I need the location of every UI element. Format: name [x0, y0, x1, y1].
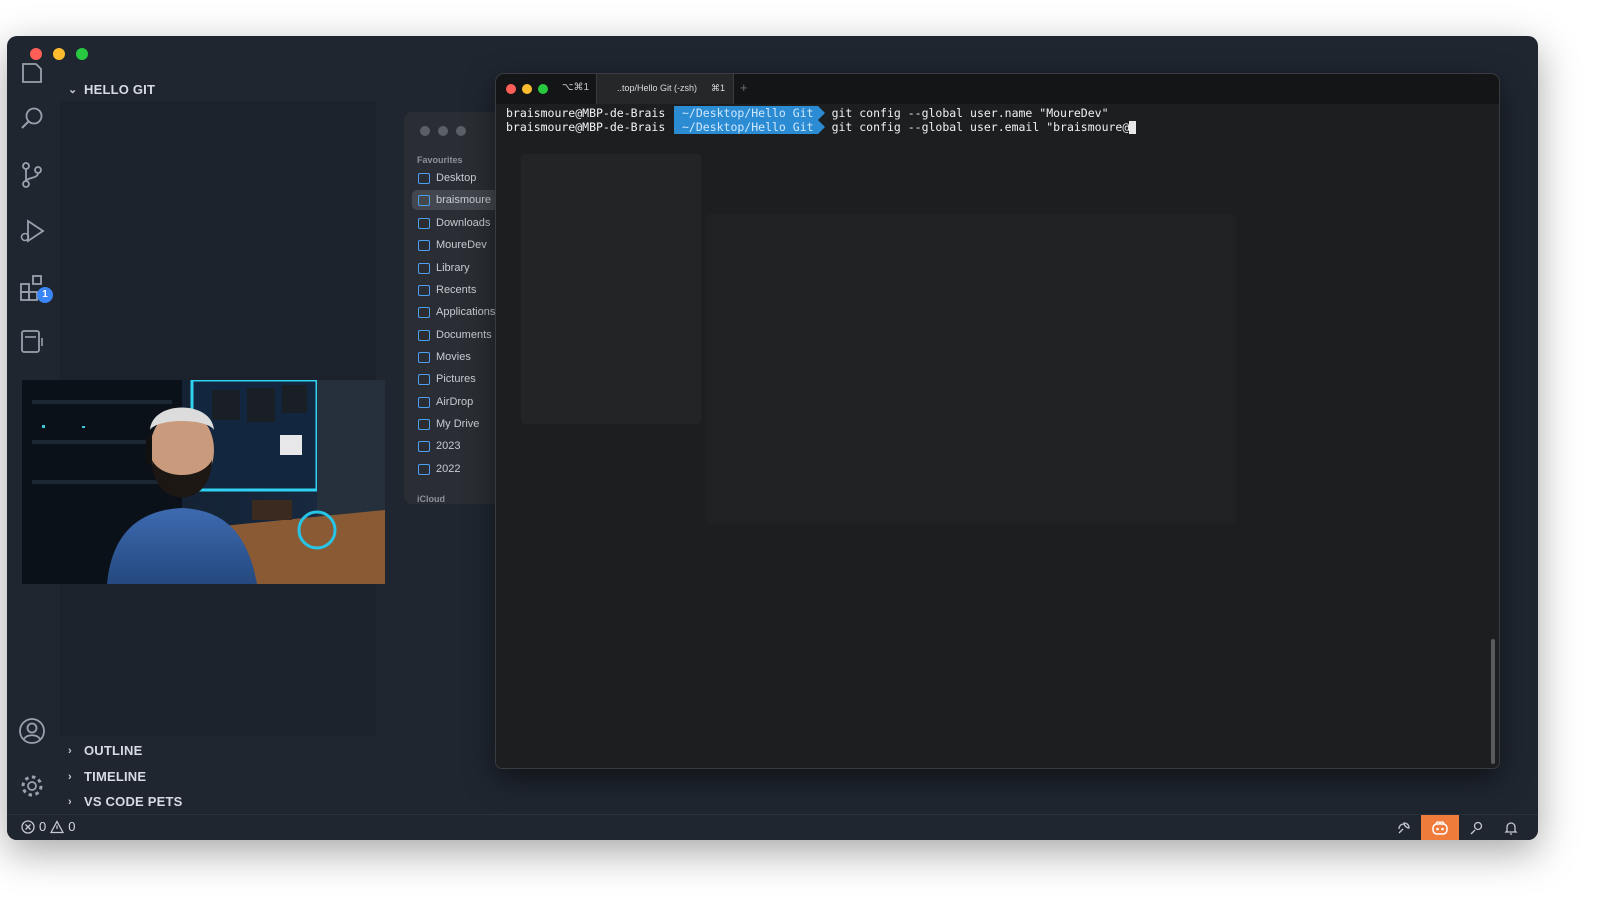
text-cursor: [1129, 120, 1137, 134]
library-icon: [418, 262, 430, 274]
finder-item-pictures[interactable]: Pictures: [412, 369, 502, 389]
terminal-window-controls: [506, 84, 548, 94]
icloud-header: iCloud: [417, 494, 445, 504]
outline-section-header[interactable]: › OUTLINE: [68, 743, 142, 758]
error-count: 0: [39, 819, 47, 834]
warning-count: 0: [68, 819, 76, 834]
terminal-line[interactable]: braismoure@MBP-de-Brais ~/Desktop/Hello …: [506, 120, 1137, 134]
explorer-icon[interactable]: [17, 60, 47, 90]
terminal-command: git config --global user.email "braismou…: [831, 120, 1130, 134]
vscode-pets-label: VS CODE PETS: [84, 794, 183, 809]
search-icon[interactable]: [17, 104, 47, 134]
finder-sidebar: Favourites Desktop braismoure Downloads …: [404, 112, 504, 504]
outline-label: OUTLINE: [84, 743, 143, 758]
airdrop-icon: [418, 396, 430, 408]
applications-icon: [418, 306, 430, 318]
run-debug-icon[interactable]: [17, 216, 47, 246]
terminal-tab-shortcut: ⌘1: [710, 83, 725, 93]
home-icon: [418, 194, 430, 206]
notifications-bell-icon[interactable]: [1495, 815, 1527, 840]
vscode-pets-section-header[interactable]: › VS CODE PETS: [68, 794, 182, 809]
extensions-badge: 1: [37, 287, 53, 303]
live-share-icon[interactable]: [1388, 815, 1420, 840]
window-controls: [30, 48, 88, 60]
terminal-command: git config --global user.name "MoureDev": [831, 106, 1109, 120]
timeline-section-header[interactable]: › TIMELINE: [68, 769, 146, 784]
finder-item-my-drive[interactable]: My Drive: [412, 414, 502, 434]
terminal-tab[interactable]: ..top/Hello Git (-zsh) ⌘1: [596, 74, 734, 104]
terminal-scrollbar[interactable]: [1491, 639, 1495, 764]
faded-background-panel: [706, 214, 1236, 524]
document-icon: [418, 329, 430, 341]
finder-item-library[interactable]: Library: [412, 258, 502, 278]
zoom-window-button[interactable]: [76, 48, 88, 60]
warning-icon: [50, 819, 65, 833]
chevron-right-icon: ›: [68, 744, 72, 757]
problems-indicator[interactable]: 0 0: [21, 819, 75, 834]
terminal-shortcut-label: ⌥⌘1: [562, 82, 590, 93]
chevron-right-icon: ›: [68, 770, 72, 783]
notebook-icon[interactable]: [17, 326, 47, 356]
terminal-line: braismoure@MBP-de-Brais ~/Desktop/Hello …: [506, 106, 1109, 120]
status-bar: 0 0: [7, 814, 1538, 840]
finder-item-desktop[interactable]: Desktop: [412, 168, 502, 188]
prompt-user: braismoure@MBP-de-Brais: [506, 120, 666, 134]
feedback-icon[interactable]: [1461, 815, 1493, 840]
terminal-close-button[interactable]: [506, 84, 516, 94]
folder-icon: [418, 440, 430, 452]
settings-gear-icon[interactable]: [17, 771, 47, 801]
folder-icon: [418, 239, 430, 251]
minimize-window-button[interactable]: [53, 48, 65, 60]
finder-item-airdrop[interactable]: AirDrop: [412, 392, 502, 412]
chevron-right-icon: ›: [68, 795, 72, 808]
finder-item-movies[interactable]: Movies: [412, 347, 502, 367]
folder-icon: [418, 463, 430, 475]
copilot-icon[interactable]: [1421, 815, 1459, 840]
faded-background-panel: [521, 154, 701, 424]
terminal-minimize-button[interactable]: [522, 84, 532, 94]
film-icon: [418, 351, 430, 363]
folder-icon: [418, 172, 430, 184]
finder-item-2022[interactable]: 2022: [412, 459, 502, 479]
project-title: HELLO GIT: [84, 82, 156, 97]
finder-item-mouredev[interactable]: MoureDev: [412, 235, 502, 255]
extensions-icon[interactable]: 1: [17, 272, 53, 303]
timeline-label: TIMELINE: [84, 769, 147, 784]
terminal-titlebar: ⌥⌘1 ..top/Hello Git (-zsh) ⌘1 +: [496, 74, 1499, 104]
prompt-path: ~/Desktop/Hello Git: [674, 120, 825, 134]
prompt-user: braismoure@MBP-de-Brais: [506, 106, 666, 120]
finder-item-recents[interactable]: Recents: [412, 280, 502, 300]
folder-icon: [418, 418, 430, 430]
favourites-header: Favourites: [417, 155, 463, 165]
finder-item-braismoure[interactable]: braismoure: [412, 190, 502, 210]
terminal-tab-title: ..top/Hello Git (-zsh): [617, 83, 698, 93]
finder-window-controls: [420, 126, 466, 136]
new-tab-button[interactable]: +: [740, 80, 748, 95]
picture-icon: [418, 373, 430, 385]
prompt-path: ~/Desktop/Hello Git: [674, 106, 825, 120]
download-icon: [418, 217, 430, 229]
terminal-window: ⌥⌘1 ..top/Hello Git (-zsh) ⌘1 + braismou…: [496, 74, 1499, 768]
finder-item-downloads[interactable]: Downloads: [412, 213, 502, 233]
close-window-button[interactable]: [30, 48, 42, 60]
error-icon: [21, 819, 35, 834]
chevron-down-icon: ⌄: [68, 84, 78, 96]
webcam-overlay-image: [22, 380, 385, 584]
finder-item-documents[interactable]: Documents: [412, 325, 502, 345]
account-icon[interactable]: [17, 716, 47, 746]
source-control-icon[interactable]: [17, 160, 47, 190]
project-section-header[interactable]: ⌄ HELLO GIT: [68, 82, 155, 97]
finder-item-applications[interactable]: Applications: [412, 302, 502, 322]
terminal-zoom-button[interactable]: [538, 84, 548, 94]
finder-item-2023[interactable]: 2023: [412, 436, 502, 456]
clock-icon: [418, 284, 430, 296]
